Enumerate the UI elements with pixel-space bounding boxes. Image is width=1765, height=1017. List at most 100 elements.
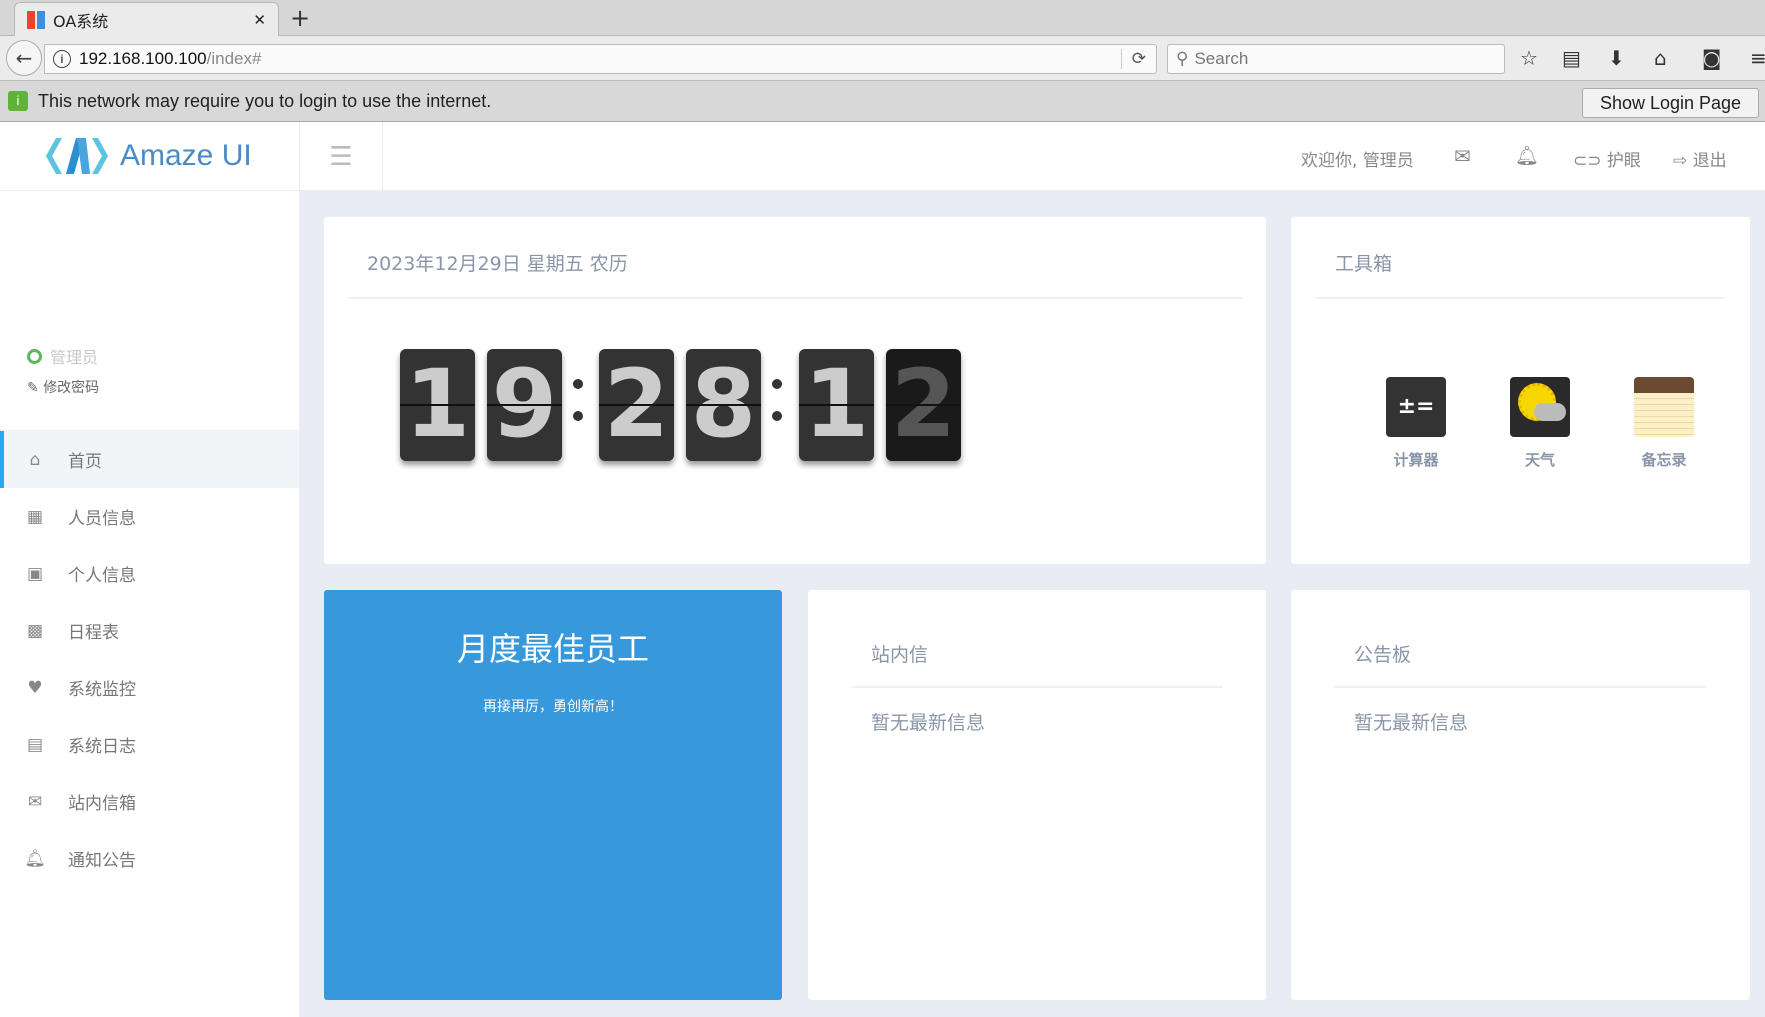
notification-text: This network may require you to login to…	[38, 90, 492, 111]
employee-slogan: 再接再厉，勇创新高！	[483, 699, 623, 715]
hamburger-menu-icon[interactable]: ≡	[1750, 46, 1765, 70]
sidebar-item-label: 系统监控	[68, 680, 136, 700]
network-notification-bar: i This network may require you to login …	[0, 81, 1765, 122]
url-path: /index#	[206, 49, 262, 68]
tab-title: OA系统	[53, 11, 109, 31]
id-card-icon: ▣	[26, 563, 44, 584]
info-icon[interactable]: i	[53, 50, 71, 68]
sidebar-item-label: 首页	[68, 452, 102, 472]
clock-digit: 1	[799, 349, 874, 461]
welcome-text: 欢迎你, 管理员	[1301, 151, 1414, 171]
favicon-icon	[27, 10, 45, 29]
user-status: 管理员	[27, 344, 98, 368]
online-status-icon	[27, 348, 42, 364]
memo-tool[interactable]: 备忘录	[1624, 377, 1704, 470]
browser-nav-bar: ← i 192.168.100.100/index# ⟳ ⚲ Search ☆ ▤…	[0, 36, 1765, 81]
divider	[851, 686, 1223, 688]
sidebar-item-notices[interactable]: 🔔︎ 通知公告	[0, 830, 299, 887]
logout-label: 退出	[1692, 151, 1727, 171]
sidebar-item-label: 通知公告	[68, 851, 136, 871]
sidebar-item-home[interactable]: ⌂ 首页	[0, 431, 299, 488]
divider	[348, 297, 1242, 299]
eye-care-label: 护眼	[1606, 151, 1641, 171]
url-host: 192.168.100.100	[79, 49, 207, 68]
bookmark-star-icon[interactable]: ☆	[1520, 46, 1538, 70]
bell-icon[interactable]: 🔔︎	[1515, 144, 1539, 167]
sidebar-item-label: 个人信息	[68, 566, 136, 586]
eye-care-toggle[interactable]: ⊂⊃ 护眼	[1573, 146, 1641, 171]
clock-card: 2023年12月29日 星期五 农历 1 9 2 8 1 2	[324, 217, 1266, 564]
weather-icon	[1510, 377, 1570, 437]
reading-list-icon[interactable]: ▤	[1562, 46, 1581, 70]
divider	[1334, 686, 1706, 688]
app-header: Amaze UI ☰ 欢迎你, 管理员 ✉ 🔔︎ ⊂⊃ 护眼 ⇨ 退出	[0, 122, 1765, 191]
sidebar-item-logs[interactable]: ▤ 系统日志	[0, 716, 299, 773]
envelope-icon: ✉	[27, 791, 43, 812]
calendar-icon: ▩	[26, 620, 44, 641]
calculator-icon: ±=	[1386, 377, 1446, 437]
mail-title: 站内信	[871, 644, 929, 666]
sidebar-item-label: 日程表	[68, 623, 119, 643]
toolbox-title: 工具箱	[1335, 253, 1393, 275]
info-icon: i	[8, 91, 28, 111]
reload-icon[interactable]: ⟳	[1120, 49, 1156, 69]
show-login-page-button[interactable]: Show Login Page	[1582, 88, 1759, 118]
clock-colon	[573, 379, 583, 443]
clock-digit: 1	[400, 349, 475, 461]
toggle-icon: ⊂⊃	[1573, 151, 1607, 171]
sidebar-item-mailbox[interactable]: ✉ 站内信箱	[0, 773, 299, 830]
sidebar-item-profile[interactable]: ▣ 个人信息	[0, 545, 299, 602]
list-icon: ▤	[26, 734, 44, 755]
amaze-logo-icon	[46, 138, 108, 174]
tool-label: 天气	[1524, 451, 1555, 469]
menu-toggle-icon[interactable]: ☰	[299, 122, 383, 191]
back-button[interactable]: ←	[6, 40, 42, 76]
change-password-link[interactable]: ✎ 修改密码	[27, 377, 99, 397]
calculator-tool[interactable]: ±= 计算器	[1376, 377, 1456, 470]
heartbeat-icon: ♥	[27, 677, 43, 698]
logo-text: Amaze UI	[120, 139, 252, 172]
url-bar[interactable]: i 192.168.100.100/index# ⟳	[44, 44, 1157, 74]
bell-icon: 🔔︎	[24, 848, 46, 869]
weather-tool[interactable]: 天气	[1500, 377, 1580, 470]
sidebar-item-staff[interactable]: ▦ 人员信息	[0, 488, 299, 545]
sidebar-item-label: 系统日志	[68, 737, 136, 757]
clock-digit: 9	[487, 349, 562, 461]
sign-out-icon: ⇨	[1673, 151, 1693, 171]
sidebar-item-label: 人员信息	[68, 509, 136, 529]
sidebar-item-monitor[interactable]: ♥ 系统监控	[0, 659, 299, 716]
clock-digit: 8	[686, 349, 761, 461]
home-icon: ⌂	[29, 449, 41, 470]
notepad-icon	[1634, 377, 1694, 437]
new-tab-button[interactable]: +	[290, 4, 310, 32]
search-icon: ⚲	[1176, 49, 1189, 68]
logout-link[interactable]: ⇨ 退出	[1673, 146, 1727, 171]
mail-card: 站内信 暂无最新信息	[808, 590, 1266, 1000]
clock-digit-flipping: 2	[886, 349, 961, 461]
browser-tab-bar: OA系统 ✕ +	[0, 0, 1765, 36]
mail-icon[interactable]: ✉	[1454, 144, 1471, 168]
employee-title: 月度最佳员工	[456, 630, 649, 668]
logo[interactable]: Amaze UI	[44, 136, 252, 176]
table-icon: ▦	[26, 506, 44, 527]
date-text: 2023年12月29日 星期五 农历	[367, 253, 628, 275]
notice-board-card: 公告板 暂无最新信息	[1291, 590, 1750, 1000]
download-icon[interactable]: ⬇	[1608, 46, 1625, 70]
search-input[interactable]: ⚲ Search	[1167, 44, 1505, 74]
change-password-label: 修改密码	[43, 380, 100, 396]
clock-colon	[772, 379, 782, 443]
user-name: 管理员	[50, 348, 99, 367]
pencil-icon: ✎	[27, 380, 44, 396]
home-icon[interactable]: ⌂	[1654, 46, 1667, 70]
sidebar-item-schedule[interactable]: ▩ 日程表	[0, 602, 299, 659]
browser-tab[interactable]: OA系统 ✕	[14, 2, 279, 36]
pocket-icon[interactable]: ◙	[1702, 46, 1721, 70]
clock-digit: 2	[599, 349, 674, 461]
toolbox-card: 工具箱 ±= 计算器 天气 备忘录	[1291, 217, 1750, 564]
tool-label: 备忘录	[1641, 451, 1687, 469]
mail-empty-text: 暂无最新信息	[871, 712, 986, 734]
tool-label: 计算器	[1393, 451, 1439, 469]
sidebar-menu: ⌂ 首页 ▦ 人员信息 ▣ 个人信息 ▩ 日程表 ♥ 系统监控 ▤ 系统日志 ✉ 站内信箱 🔔…	[0, 430, 299, 887]
close-tab-icon[interactable]: ✕	[253, 11, 266, 29]
divider	[1315, 297, 1725, 299]
